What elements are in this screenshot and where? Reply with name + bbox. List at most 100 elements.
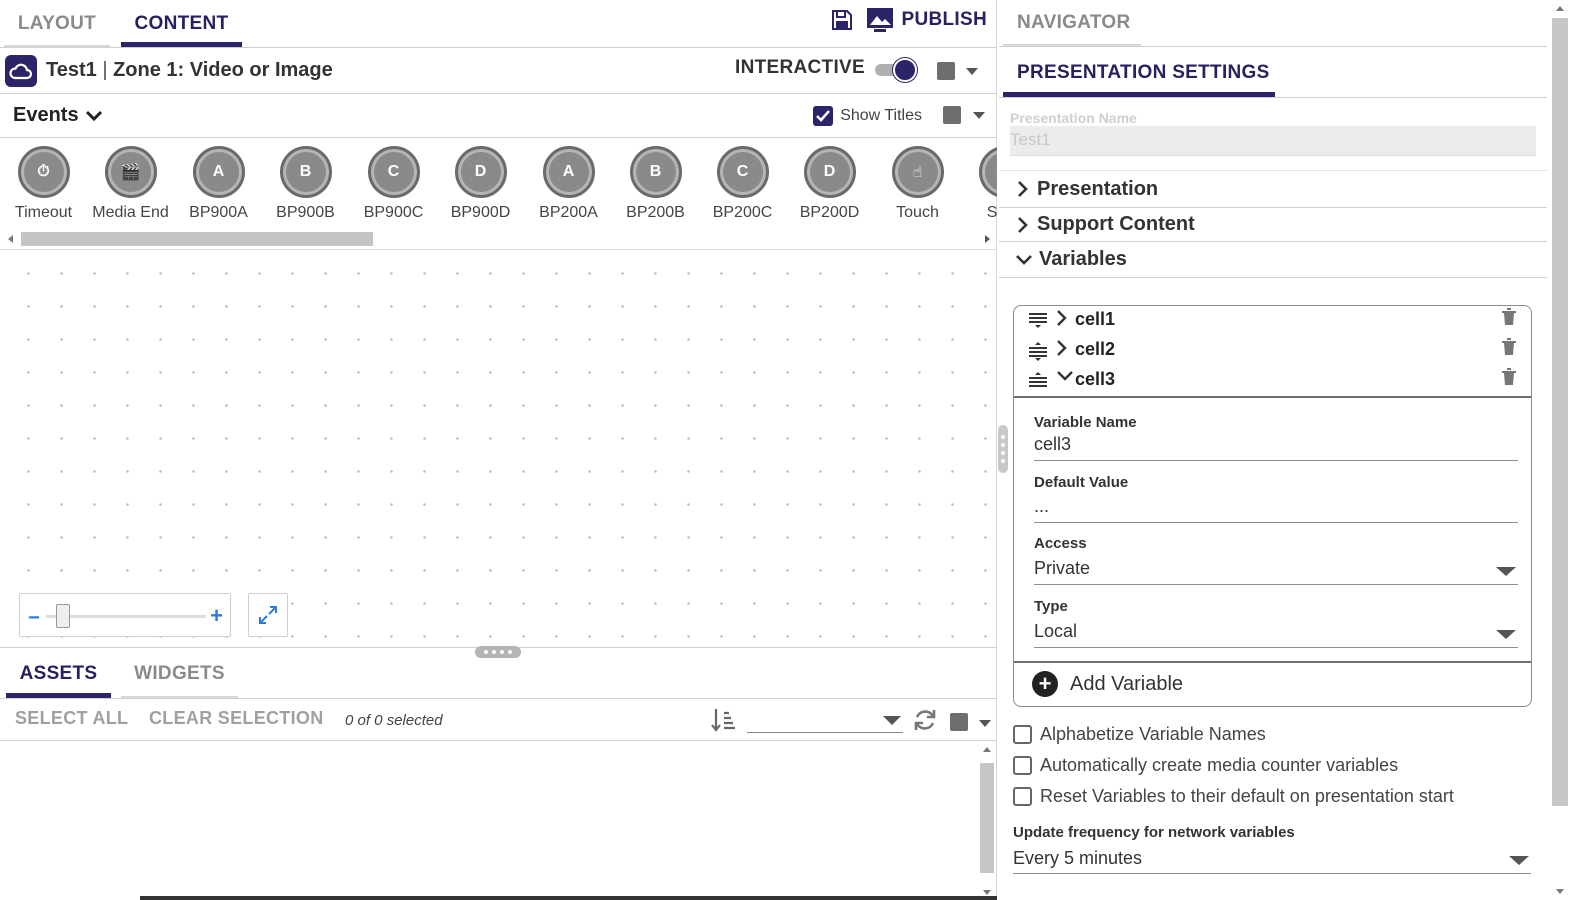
zoom-track[interactable]: [46, 615, 206, 618]
asset-toolbar: SELECT ALL CLEAR SELECTION 0 of 0 select…: [0, 699, 997, 741]
variable-name-label: Variable Name: [1034, 414, 1137, 431]
palette-item-bp200d[interactable]: D BP200D: [786, 146, 873, 222]
asset-menu-chevron-icon[interactable]: [979, 720, 991, 727]
save-button[interactable]: [828, 6, 856, 34]
palette-item-bp900a[interactable]: A BP900A: [175, 146, 262, 222]
section-support-content[interactable]: Support Content: [999, 208, 1547, 242]
alphabetize-variables-checkbox[interactable]: Alphabetize Variable Names: [1013, 724, 1266, 745]
trash-icon[interactable]: [1501, 338, 1517, 361]
scroll-up-arrow-icon[interactable]: [1556, 6, 1564, 11]
touch-icon: ☝: [891, 146, 944, 198]
asset-list-scrollbar[interactable]: [980, 745, 994, 897]
palette-item-bp200a[interactable]: A BP200A: [525, 146, 612, 222]
events-color-swatch[interactable]: [943, 106, 961, 124]
bp900b-icon: B: [279, 146, 332, 198]
asset-filter-dropdown[interactable]: [747, 711, 903, 733]
checkbox-box[interactable]: [1013, 725, 1032, 744]
palette-item-timeout[interactable]: ⏱ Timeout: [0, 146, 87, 222]
scroll-down-arrow-icon[interactable]: [983, 890, 991, 895]
checkbox-box[interactable]: [1013, 756, 1032, 775]
events-menu-chevron-icon[interactable]: [973, 112, 985, 119]
drag-handle-icon[interactable]: [1028, 311, 1048, 334]
zoom-in-icon[interactable]: +: [210, 603, 223, 629]
palette-item-touch[interactable]: ☝ Touch: [874, 146, 961, 222]
asset-list[interactable]: [0, 741, 997, 900]
tab-assets[interactable]: ASSETS: [6, 649, 111, 698]
tab-presentation-settings[interactable]: PRESENTATION SETTINGS: [1003, 51, 1275, 97]
show-titles-toggle[interactable]: Show Titles: [813, 106, 922, 126]
scroll-left-arrow-icon[interactable]: [8, 235, 13, 243]
scroll-right-arrow-icon[interactable]: [985, 235, 990, 243]
scrollbar-thumb[interactable]: [21, 232, 373, 246]
chevron-down-icon: [1496, 630, 1516, 639]
drag-handle-icon[interactable]: [1028, 371, 1048, 394]
zone-color-swatch[interactable]: [937, 62, 955, 80]
tab-layout[interactable]: LAYOUT: [4, 0, 110, 47]
properties-scrollbar[interactable]: [1552, 4, 1568, 896]
palette-scrollbar[interactable]: [8, 232, 990, 246]
checkbox-label: Alphabetize Variable Names: [1040, 724, 1266, 744]
scroll-down-arrow-icon[interactable]: [1556, 889, 1564, 894]
zoom-out-icon[interactable]: −: [28, 607, 40, 630]
variable-row-cell3[interactable]: cell3: [1014, 366, 1531, 396]
drag-handle-icon[interactable]: [1028, 341, 1048, 366]
variable-name-input[interactable]: cell3: [1034, 434, 1518, 461]
select-all-button[interactable]: SELECT ALL: [15, 708, 128, 729]
chevron-down-icon: [1509, 856, 1529, 865]
update-frequency-select[interactable]: Every 5 minutes: [1013, 848, 1531, 874]
access-select[interactable]: Private: [1034, 558, 1518, 585]
asset-color-swatch[interactable]: [950, 713, 968, 731]
sort-button[interactable]: [710, 707, 736, 738]
refresh-button[interactable]: [912, 707, 938, 738]
chevron-right-icon[interactable]: [1056, 339, 1068, 362]
trash-icon[interactable]: [1501, 308, 1517, 331]
tab-navigator-label: NAVIGATOR: [1017, 12, 1131, 33]
tab-presentation-settings-label: PRESENTATION SETTINGS: [1017, 62, 1270, 83]
scroll-up-arrow-icon[interactable]: [983, 747, 991, 752]
default-value-label: Default Value: [1034, 474, 1129, 491]
scrollbar-thumb[interactable]: [1552, 18, 1568, 806]
palette-item-bp900d[interactable]: D BP900D: [437, 146, 524, 222]
add-variable-button[interactable]: + Add Variable: [1032, 671, 1183, 697]
variable-name-value: cell3: [1034, 434, 1072, 454]
default-value-input[interactable]: ...: [1034, 496, 1518, 523]
trash-icon[interactable]: [1501, 368, 1517, 391]
palette-item-bp200b[interactable]: B BP200B: [612, 146, 699, 222]
tab-navigator[interactable]: NAVIGATOR: [1003, 0, 1141, 46]
tab-content[interactable]: CONTENT: [121, 0, 242, 47]
chevron-down-icon[interactable]: [1056, 369, 1074, 388]
show-titles-checkbox[interactable]: [813, 106, 834, 126]
state-canvas[interactable]: − +: [0, 251, 997, 658]
section-variables[interactable]: Variables: [999, 242, 1547, 278]
palette-item-bp200c[interactable]: C BP200C: [699, 146, 786, 222]
chevron-right-icon[interactable]: [1056, 309, 1068, 332]
events-dropdown[interactable]: Events: [13, 104, 103, 127]
palette-item-bp900b[interactable]: B BP900B: [262, 146, 349, 222]
variable-row-cell1[interactable]: cell1: [1014, 306, 1531, 336]
section-presentation[interactable]: Presentation: [999, 170, 1547, 208]
type-select[interactable]: Local: [1034, 621, 1518, 648]
sync-icon: S: [978, 146, 997, 198]
type-value: Local: [1034, 621, 1078, 641]
palette-item-bp900c[interactable]: C BP900C: [350, 146, 437, 222]
event-palette: ⏱ Timeout 🎬 Media End A BP900A B BP900B …: [0, 138, 997, 250]
variable-row-cell2[interactable]: cell2: [1014, 336, 1531, 366]
media-counter-variables-checkbox[interactable]: Automatically create media counter varia…: [1013, 755, 1398, 776]
checkbox-box[interactable]: [1013, 787, 1032, 806]
tab-assets-underline: [6, 693, 111, 698]
fit-to-screen-button[interactable]: [248, 593, 288, 637]
palette-item-label: BP900D: [450, 204, 511, 221]
zone-menu-chevron-icon[interactable]: [966, 68, 978, 75]
bp200d-icon: D: [803, 146, 856, 198]
scrollbar-thumb[interactable]: [980, 763, 994, 873]
palette-item-media-end[interactable]: 🎬 Media End: [87, 146, 174, 222]
interactive-toggle[interactable]: [875, 58, 917, 82]
tab-widgets[interactable]: WIDGETS: [121, 649, 238, 698]
publish-button[interactable]: PUBLISH: [866, 6, 988, 34]
zoom-slider-thumb[interactable]: [56, 604, 70, 628]
palette-item-sync[interactable]: S Sync: [961, 146, 997, 222]
reset-variables-checkbox[interactable]: Reset Variables to their default on pres…: [1013, 786, 1454, 807]
type-label: Type: [1034, 598, 1068, 615]
clear-selection-button[interactable]: CLEAR SELECTION: [149, 708, 324, 729]
zone-presentation-name: Test1: [46, 59, 97, 81]
